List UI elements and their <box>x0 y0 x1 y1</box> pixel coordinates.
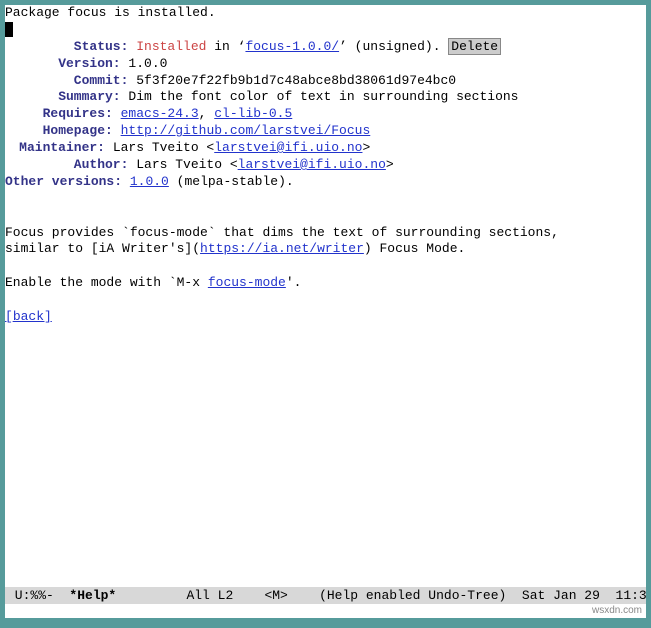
requires-link-cllib[interactable]: cl-lib-0.5 <box>214 106 292 121</box>
delete-button[interactable]: Delete <box>448 38 501 55</box>
summary-value: Dim the font color of text in surroundin… <box>128 89 518 104</box>
requires-label: Requires: <box>13 106 113 123</box>
author-post: > <box>386 157 394 172</box>
other-versions-label: Other versions: <box>5 174 122 189</box>
modeline-buffer-name: *Help* <box>69 588 116 603</box>
description-para1-post: ) Focus Mode. <box>364 241 465 256</box>
status-in-text: in ‘ <box>206 39 245 54</box>
maintainer-email[interactable]: larstvei@ifi.uio.no <box>214 140 362 155</box>
point-cursor <box>5 22 13 37</box>
requires-link-emacs[interactable]: emacs-24.3 <box>121 106 199 121</box>
homepage-link[interactable]: http://github.com/larstvei/Focus <box>121 123 371 138</box>
version-value: 1.0.0 <box>128 56 167 71</box>
back-button[interactable]: back <box>13 309 44 324</box>
modeline-rest: All L2 <M> (Help enabled Undo-Tree) Sat … <box>116 588 646 603</box>
requires-sep: , <box>199 106 215 121</box>
header-line: Package focus is installed. <box>5 5 216 20</box>
author-email[interactable]: larstvei@ifi.uio.no <box>238 157 386 172</box>
other-versions-link[interactable]: 1.0.0 <box>130 174 169 189</box>
description-para1-link[interactable]: https://ia.net/writer <box>200 241 364 256</box>
status-suffix: ’ (unsigned). <box>339 39 448 54</box>
author-label: Author: <box>28 157 128 174</box>
status-label: Status: <box>28 39 128 56</box>
status-value: Installed <box>136 39 206 54</box>
modeline-left: U:%%- <box>7 588 69 603</box>
summary-label: Summary: <box>21 89 121 106</box>
version-label: Version: <box>21 56 121 73</box>
description-para2-post: '. <box>286 275 302 290</box>
commit-label: Commit: <box>28 73 128 90</box>
homepage-label: Homepage: <box>13 123 113 140</box>
description-para2-pre: Enable the mode with `M-x <box>5 275 208 290</box>
author-pre: Lars Tveito < <box>136 157 237 172</box>
status-dir-link[interactable]: focus-1.0.0/ <box>245 39 339 54</box>
watermark: wsxdn.com <box>592 605 642 616</box>
back-close[interactable]: ] <box>44 309 52 324</box>
commit-value: 5f3f20e7f22fb9b1d7c48abce8bd38061d97e4bc… <box>136 73 456 88</box>
other-versions-suffix: (melpa-stable). <box>169 174 294 189</box>
focus-mode-link[interactable]: focus-mode <box>208 275 286 290</box>
maintainer-post: > <box>362 140 370 155</box>
maintainer-label: Maintainer: <box>5 140 105 157</box>
back-open[interactable]: [ <box>5 309 13 324</box>
maintainer-pre: Lars Tveito < <box>113 140 214 155</box>
mode-line: U:%%- *Help* All L2 <M> (Help enabled Un… <box>5 587 646 604</box>
help-buffer: Package focus is installed. Status: Inst… <box>5 5 646 326</box>
